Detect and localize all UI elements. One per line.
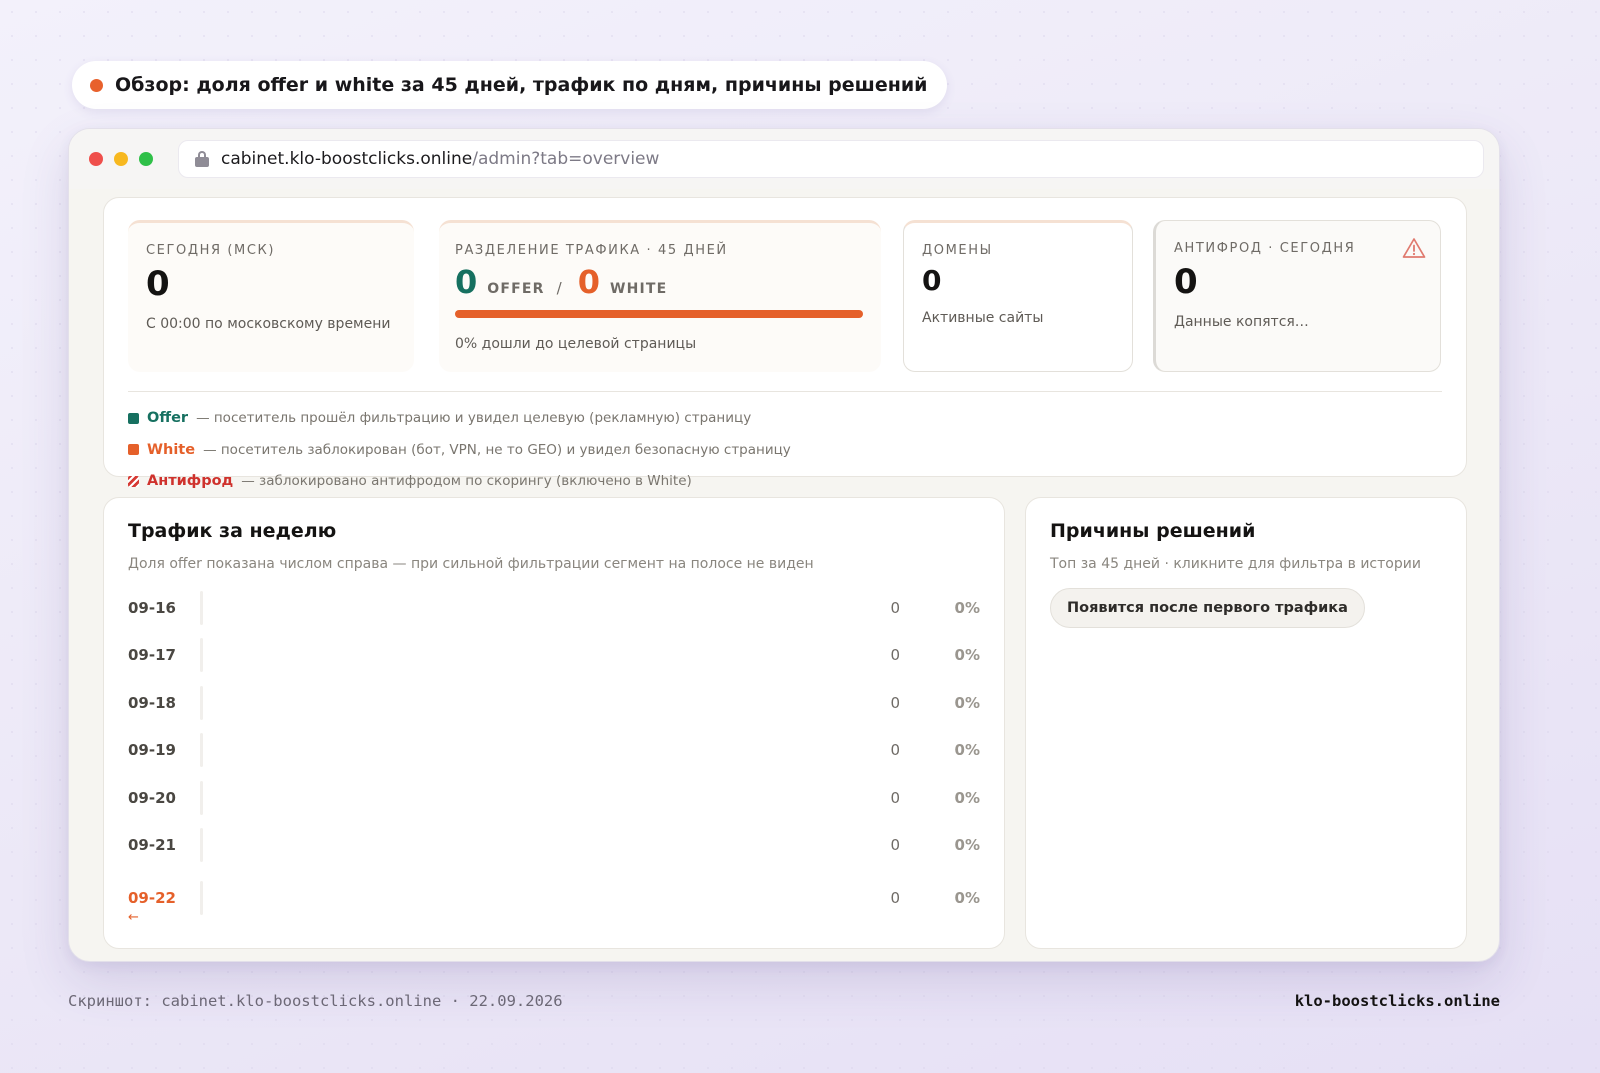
- close-window-button[interactable]: [89, 152, 103, 166]
- row-date: 09-18: [128, 693, 176, 712]
- url-path: /admin?tab=overview: [472, 149, 660, 169]
- domains-value: 0: [922, 264, 942, 297]
- page-content: Сегодня (МСК) 0 С 00:00 по московскому в…: [69, 189, 1499, 961]
- reasons-empty-pill[interactable]: Появится после первого трафика: [1050, 588, 1365, 628]
- domains-label: Домены: [922, 243, 993, 258]
- row-bar: [200, 590, 203, 625]
- white-count: 0: [577, 263, 600, 301]
- row-offer-pct: 0%: [954, 646, 980, 665]
- caption-dot: [90, 78, 103, 92]
- table-row[interactable]: 09-16 0 0%: [128, 584, 980, 632]
- antifraud-label: Антифрод · сегодня: [1174, 241, 1356, 256]
- today-value: 0: [146, 264, 170, 304]
- traffic-rows: 09-16 0 0% 09-17 0 0% 09-18 0 0% 09-19 0…: [128, 584, 980, 927]
- offer-swatch: [128, 412, 139, 424]
- minimize-window-button[interactable]: [114, 152, 128, 166]
- table-row[interactable]: 09-21 0 0%: [128, 822, 980, 870]
- split-separator: /: [556, 279, 562, 297]
- row-bar: [200, 780, 203, 815]
- row-date: 09-19: [128, 741, 176, 760]
- today-arrow-icon: ←: [128, 910, 139, 925]
- row-offer-pct: 0%: [954, 836, 980, 855]
- legend-white-name: White: [147, 441, 196, 458]
- browser-window: cabinet.klo-boostclicks.online/admin?tab…: [68, 128, 1500, 962]
- row-bar: [200, 828, 203, 863]
- row-count: 0: [890, 693, 900, 712]
- split-progress-bar: [455, 310, 863, 318]
- antifraud-sub: Данные копятся…: [1174, 314, 1309, 330]
- row-offer-pct: 0%: [954, 741, 980, 760]
- legend-offer-desc: — посетитель прошёл фильтрацию и увидел …: [196, 410, 752, 426]
- maximize-window-button[interactable]: [139, 152, 153, 166]
- offer-label: OFFER: [487, 281, 545, 297]
- address-bar[interactable]: cabinet.klo-boostclicks.online/admin?tab…: [178, 140, 1484, 178]
- stats-panel: Сегодня (МСК) 0 С 00:00 по московскому в…: [103, 197, 1467, 489]
- row-offer-pct: 0%: [954, 889, 980, 907]
- white-label: WHITE: [609, 281, 668, 297]
- browser-titlebar: cabinet.klo-boostclicks.online/admin?tab…: [69, 129, 1499, 189]
- reasons-title: Причины решений: [1050, 520, 1256, 542]
- row-offer-pct: 0%: [954, 788, 980, 807]
- row-count: 0: [890, 741, 900, 760]
- row-count: 0: [890, 598, 900, 617]
- antifraud-card: Антифрод · сегодня 0 Данные копятся…: [1153, 220, 1441, 372]
- decision-reasons-panel: Причины решений Топ за 45 дней · кликнит…: [1025, 497, 1467, 949]
- row-count: 0: [890, 788, 900, 807]
- caption-pill: Обзор: доля offer и white за 45 дней, тр…: [72, 61, 948, 109]
- footer-caption: Скриншот: cabinet.klo-boostclicks.online…: [68, 992, 563, 1010]
- split-values: 0 OFFER / 0 WHITE: [455, 262, 863, 302]
- legend-offer: Offer — посетитель прошёл фильтрацию и у…: [128, 403, 751, 433]
- domains-sub: Активные сайты: [922, 310, 1044, 326]
- url-host: cabinet.klo-boostclicks.online: [221, 149, 473, 169]
- lock-icon: [195, 151, 209, 167]
- row-date: 09-20: [128, 788, 176, 807]
- legend-white: White — посетитель заблокирован (бот, VP…: [128, 435, 791, 465]
- traffic-title: Трафик за неделю: [128, 520, 337, 542]
- row-offer-pct: 0%: [954, 598, 980, 617]
- row-date: 09-17: [128, 646, 176, 665]
- row-bar: [200, 638, 203, 673]
- antifraud-value: 0: [1174, 262, 1198, 302]
- today-card: Сегодня (МСК) 0 С 00:00 по московскому в…: [128, 220, 414, 372]
- domains-card[interactable]: Домены 0 Активные сайты: [903, 220, 1133, 372]
- row-offer-pct: 0%: [954, 693, 980, 712]
- legend-antifraud-desc: — заблокировано антифродом по скорингу (…: [241, 473, 692, 489]
- row-bar: [200, 733, 203, 768]
- legend: Offer — посетитель прошёл фильтрацию и у…: [128, 403, 1448, 498]
- row-count: 0: [890, 646, 900, 665]
- row-date: 09-16: [128, 598, 176, 617]
- traffic-subtitle: Доля offer показана числом справа — при …: [128, 556, 814, 572]
- row-count: 0: [890, 836, 900, 855]
- legend-antifraud-name: Антифрод: [147, 473, 234, 489]
- table-row[interactable]: 09-17 0 0%: [128, 632, 980, 680]
- split-label: Разделение трафика · 45 дней: [455, 243, 728, 258]
- caption-text: Обзор: доля offer и white за 45 дней, тр…: [115, 74, 928, 96]
- row-bar: [200, 685, 203, 720]
- split-sub: 0% дошли до целевой страницы: [455, 336, 697, 352]
- antifraud-swatch: [128, 475, 139, 487]
- table-row[interactable]: 09-20 0 0%: [128, 774, 980, 822]
- legend-offer-name: Offer: [147, 410, 189, 426]
- row-date: 09-21: [128, 836, 176, 855]
- row-count: 0: [890, 889, 900, 907]
- stats-divider: [128, 391, 1442, 392]
- weekly-traffic-panel: Трафик за неделю Доля offer показана чис…: [103, 497, 1005, 949]
- table-row[interactable]: 09-19 0 0%: [128, 727, 980, 775]
- warning-icon: [1402, 238, 1426, 258]
- table-row[interactable]: 09-18 0 0%: [128, 679, 980, 727]
- footer-domain: klo-boostclicks.online: [1294, 992, 1500, 1010]
- reasons-subtitle: Топ за 45 дней · кликните для фильтра в …: [1050, 556, 1421, 572]
- traffic-split-card: Разделение трафика · 45 дней 0 OFFER / 0…: [439, 220, 881, 372]
- table-row-today[interactable]: 09-22 ← 0 0%: [128, 869, 980, 927]
- white-swatch: [128, 444, 139, 455]
- legend-white-desc: — посетитель заблокирован (бот, VPN, не …: [203, 441, 791, 458]
- row-bar: [200, 881, 203, 915]
- today-sub: С 00:00 по московскому времени: [146, 316, 391, 332]
- row-date-today: 09-22: [128, 889, 176, 907]
- legend-antifraud: Антифрод — заблокировано антифродом по с…: [128, 466, 692, 496]
- today-label: Сегодня (МСК): [146, 243, 276, 258]
- offer-count: 0: [455, 263, 478, 301]
